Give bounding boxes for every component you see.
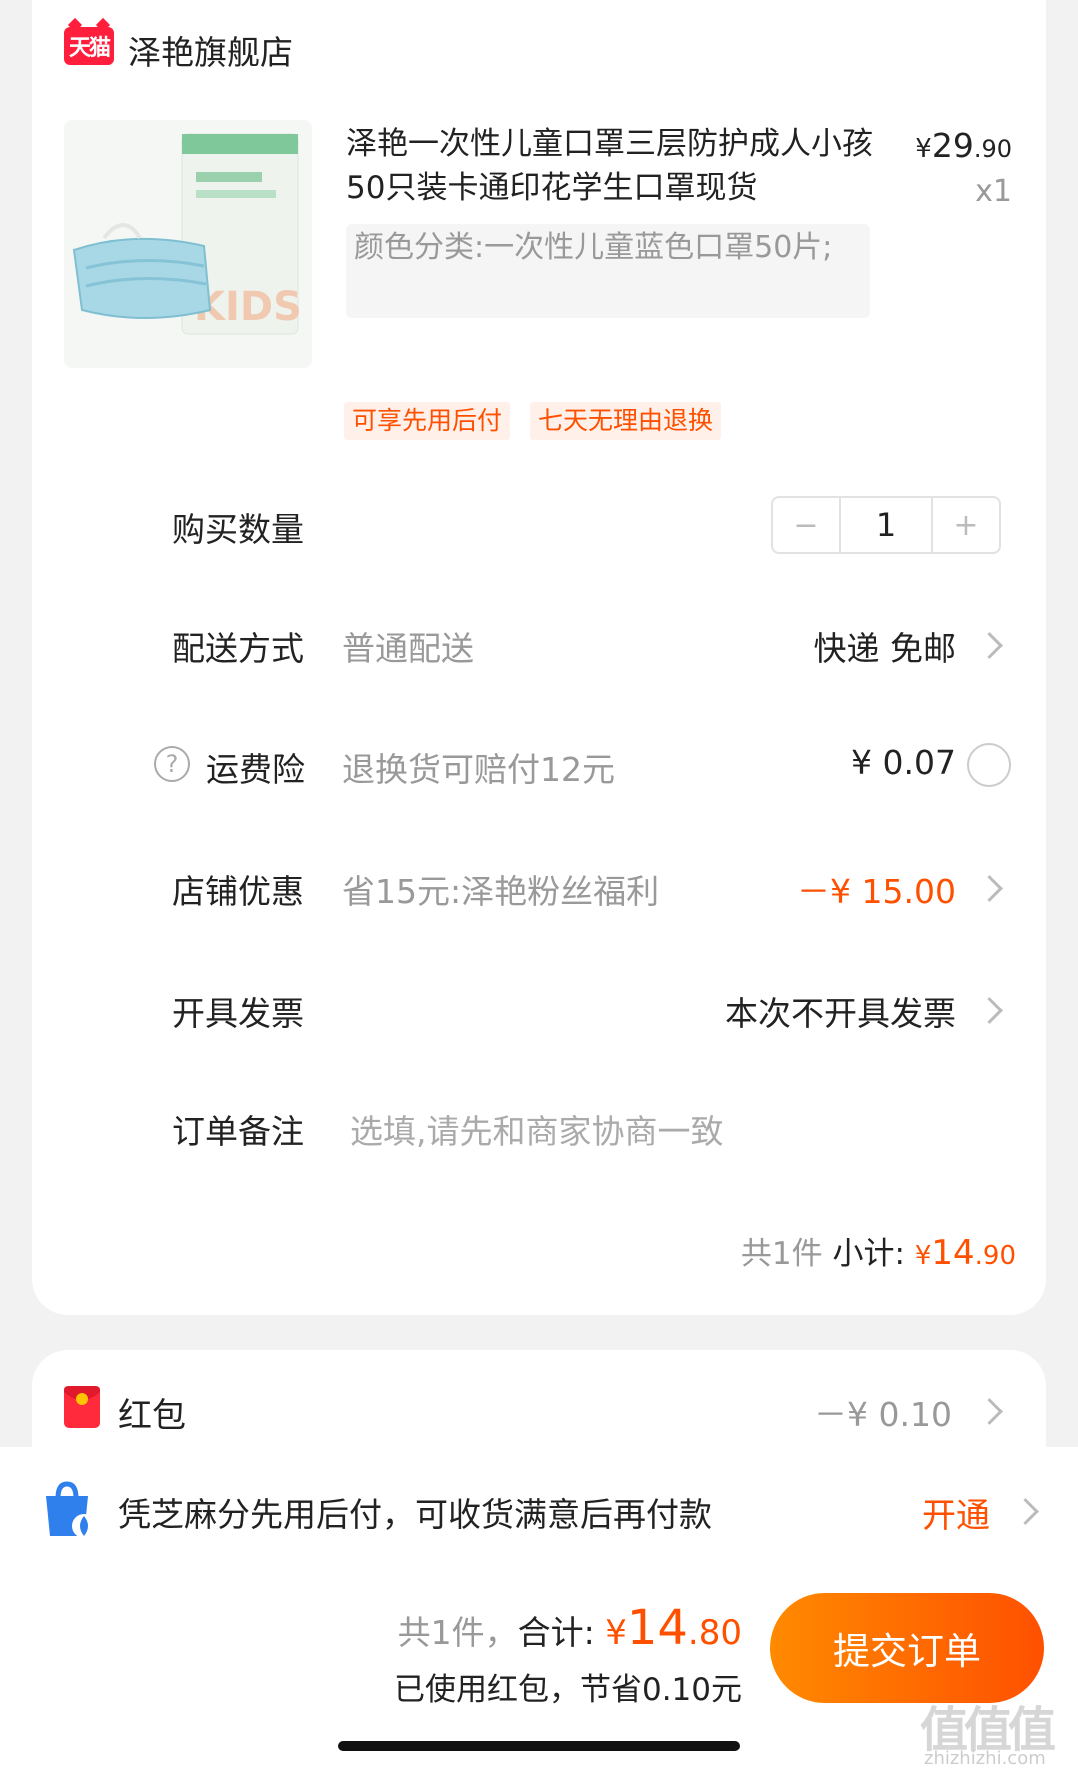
discount-label: 店铺优惠 bbox=[172, 872, 304, 911]
subtotal-int: 14 bbox=[931, 1233, 975, 1273]
total-label: 合计: bbox=[517, 1613, 595, 1652]
order-total: 共1件，合计: ¥14.80 bbox=[398, 1600, 742, 1656]
insurance-price: ¥ 0.07 bbox=[851, 743, 956, 782]
delivery-value[interactable]: 快递 免邮 bbox=[814, 622, 957, 670]
tmall-logo: 天猫 bbox=[64, 27, 114, 65]
quantity-stepper[interactable]: − 1 + bbox=[771, 496, 1001, 554]
product-image[interactable]: KIDS bbox=[64, 120, 312, 368]
note-input[interactable]: 选填,请先和商家协商一致 bbox=[350, 1105, 724, 1153]
subtotal: 共1件 小计: ¥14.90 bbox=[741, 1228, 1016, 1273]
delivery-method: 普通配送 bbox=[342, 629, 474, 668]
watermark-url: zhizhizhi.com bbox=[924, 1748, 1046, 1769]
tmall-logo-text: 天猫 bbox=[68, 36, 111, 61]
store-name[interactable]: 泽艳旗舰店 bbox=[128, 26, 293, 74]
discount-desc: 省15元:泽艳粉丝福利 bbox=[342, 872, 660, 911]
help-icon[interactable]: ? bbox=[154, 746, 190, 782]
decrease-button[interactable]: − bbox=[773, 498, 839, 552]
mask-package-illustration: KIDS bbox=[72, 133, 302, 335]
insurance-radio[interactable] bbox=[967, 743, 1011, 787]
product-spec[interactable]: 颜色分类:一次性儿童蓝色口罩50片; bbox=[346, 224, 870, 318]
subtotal-currency: ¥ bbox=[914, 1241, 932, 1271]
submit-order-button[interactable]: 提交订单 bbox=[770, 1593, 1044, 1703]
shopping-bag-icon bbox=[46, 1481, 96, 1538]
subtotal-label: 小计: bbox=[832, 1236, 905, 1272]
red-packet-label: 红包 bbox=[118, 1396, 186, 1436]
delivery-label: 配送方式 bbox=[172, 629, 304, 668]
total-currency: ¥ bbox=[605, 1613, 627, 1653]
invoice-label: 开具发票 bbox=[172, 994, 304, 1033]
total-dec: .80 bbox=[687, 1613, 742, 1653]
insurance-label: 运费险 bbox=[206, 750, 305, 789]
discount-value[interactable]: －¥ 15.00 bbox=[797, 865, 956, 913]
price-int: 29 bbox=[931, 126, 974, 165]
quantity-label: 购买数量 bbox=[172, 510, 304, 549]
price-dec: .90 bbox=[973, 135, 1012, 163]
insurance-desc: 退换货可赔付12元 bbox=[342, 750, 615, 789]
tag-seven-day-return: 七天无理由退换 bbox=[530, 402, 722, 440]
tag-pay-later: 可享先用后付 bbox=[344, 402, 511, 440]
total-count: 共1件， bbox=[397, 1613, 518, 1652]
invoice-value[interactable]: 本次不开具发票 bbox=[725, 987, 956, 1035]
red-packet-value[interactable]: －¥ 0.10 bbox=[814, 1388, 952, 1436]
increase-button[interactable]: + bbox=[933, 498, 999, 552]
red-packet-icon bbox=[64, 1386, 100, 1428]
subtotal-dec: .90 bbox=[974, 1241, 1016, 1271]
product-title[interactable]: 泽艳一次性儿童口罩三层防护成人小孩50只装卡通印花学生口罩现货 bbox=[346, 122, 876, 210]
pay-later-text: 凭芝麻分先用后付，可收货满意后再付款 bbox=[118, 1495, 712, 1534]
quantity-value[interactable]: 1 bbox=[839, 498, 933, 552]
product-quantity-mark: x1 bbox=[975, 174, 1012, 209]
subtotal-count: 共1件 bbox=[740, 1236, 823, 1272]
pay-later-open-link[interactable]: 开通 bbox=[922, 1488, 990, 1537]
product-price: ¥29.90 bbox=[915, 126, 1012, 165]
note-label: 订单备注 bbox=[172, 1112, 304, 1151]
price-currency: ¥ bbox=[915, 134, 932, 164]
total-int: 14 bbox=[626, 1600, 688, 1656]
red-packet-savings: 已使用红包，节省0.10元 bbox=[393, 1672, 742, 1708]
home-indicator[interactable] bbox=[338, 1741, 740, 1751]
